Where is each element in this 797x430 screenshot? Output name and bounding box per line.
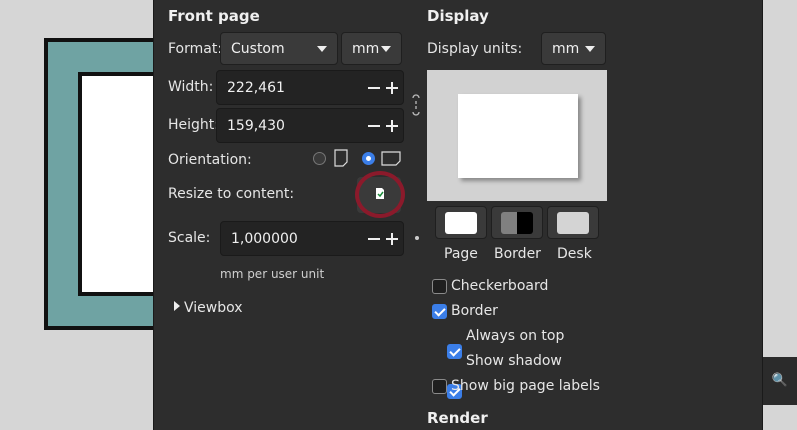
display-units-label: Display units: [427, 41, 523, 57]
landscape-page-icon [381, 151, 401, 166]
display-units-value: mm [552, 40, 580, 57]
width-decrement-button[interactable] [367, 81, 381, 95]
expander-arrow-icon[interactable] [174, 301, 180, 311]
document-properties-panel: Front page Format: Custom mm Width: 222,… [153, 0, 763, 430]
border-color-swatch [501, 211, 533, 234]
page-preview [427, 70, 607, 201]
display-heading: Display [427, 7, 489, 25]
format-units-dropdown[interactable]: mm [341, 32, 402, 65]
width-value: 222,461 [227, 79, 285, 96]
desk-color-button[interactable] [547, 206, 599, 239]
page-color-button[interactable] [435, 206, 487, 239]
desk-color-swatch [557, 211, 589, 234]
border-checkbox[interactable] [432, 304, 447, 319]
height-input[interactable]: 159,430 [216, 108, 404, 143]
zoom-tool-icon[interactable]: 🔍 [763, 357, 797, 405]
resize-to-content-label: Resize to content: [168, 186, 295, 202]
always-on-top-checkbox[interactable] [447, 344, 462, 359]
chevron-down-icon [381, 45, 391, 52]
height-label: Height: [168, 117, 219, 133]
width-label: Width: [168, 79, 214, 95]
scale-decrement-button[interactable] [367, 232, 381, 246]
portrait-page-icon [334, 149, 348, 167]
scale-unit-note: mm per user unit [220, 267, 325, 281]
show-shadow-label: Show shadow [466, 353, 562, 369]
checkerboard-label: Checkerboard [451, 278, 549, 294]
scale-input[interactable]: 1,000000 [220, 221, 404, 256]
format-dropdown[interactable]: Custom [220, 32, 338, 65]
checkerboard-checkbox[interactable] [432, 279, 447, 294]
show-big-page-labels-checkbox[interactable] [432, 379, 447, 394]
orientation-landscape-radio[interactable] [362, 152, 375, 165]
format-label: Format: [168, 41, 223, 57]
border-option-label: Border [451, 303, 498, 319]
width-input[interactable]: 222,461 [216, 70, 404, 105]
show-big-page-labels-label: Show big page labels [451, 378, 600, 394]
width-increment-button[interactable] [385, 81, 399, 95]
link-dimensions-icon[interactable] [411, 92, 421, 118]
canvas-page-border [44, 38, 168, 330]
display-units-dropdown[interactable]: mm [541, 32, 606, 65]
scale-increment-button[interactable] [385, 232, 399, 246]
highlight-ring [355, 171, 405, 218]
scale-indicator-dot [415, 236, 419, 240]
border-swatch-label: Border [494, 246, 541, 262]
page-swatch-label: Page [444, 246, 478, 262]
height-increment-button[interactable] [385, 119, 399, 133]
viewbox-expander[interactable]: Viewbox [184, 300, 243, 316]
page-color-swatch [445, 211, 477, 234]
scale-value: 1,000000 [231, 230, 298, 247]
chevron-down-icon [585, 45, 595, 52]
desk-swatch-label: Desk [557, 246, 592, 262]
border-color-button[interactable] [491, 206, 543, 239]
render-heading: Render [427, 409, 488, 427]
front-page-heading: Front page [168, 7, 260, 25]
orientation-label: Orientation: [168, 152, 252, 168]
chevron-down-icon [317, 45, 327, 52]
always-on-top-label: Always on top [466, 328, 565, 344]
format-units-value: mm [352, 40, 380, 57]
format-value: Custom [231, 40, 285, 57]
height-decrement-button[interactable] [367, 119, 381, 133]
height-value: 159,430 [227, 117, 285, 134]
orientation-portrait-radio[interactable] [313, 152, 326, 165]
scale-label: Scale: [168, 230, 211, 246]
page-preview-sheet [458, 94, 578, 178]
